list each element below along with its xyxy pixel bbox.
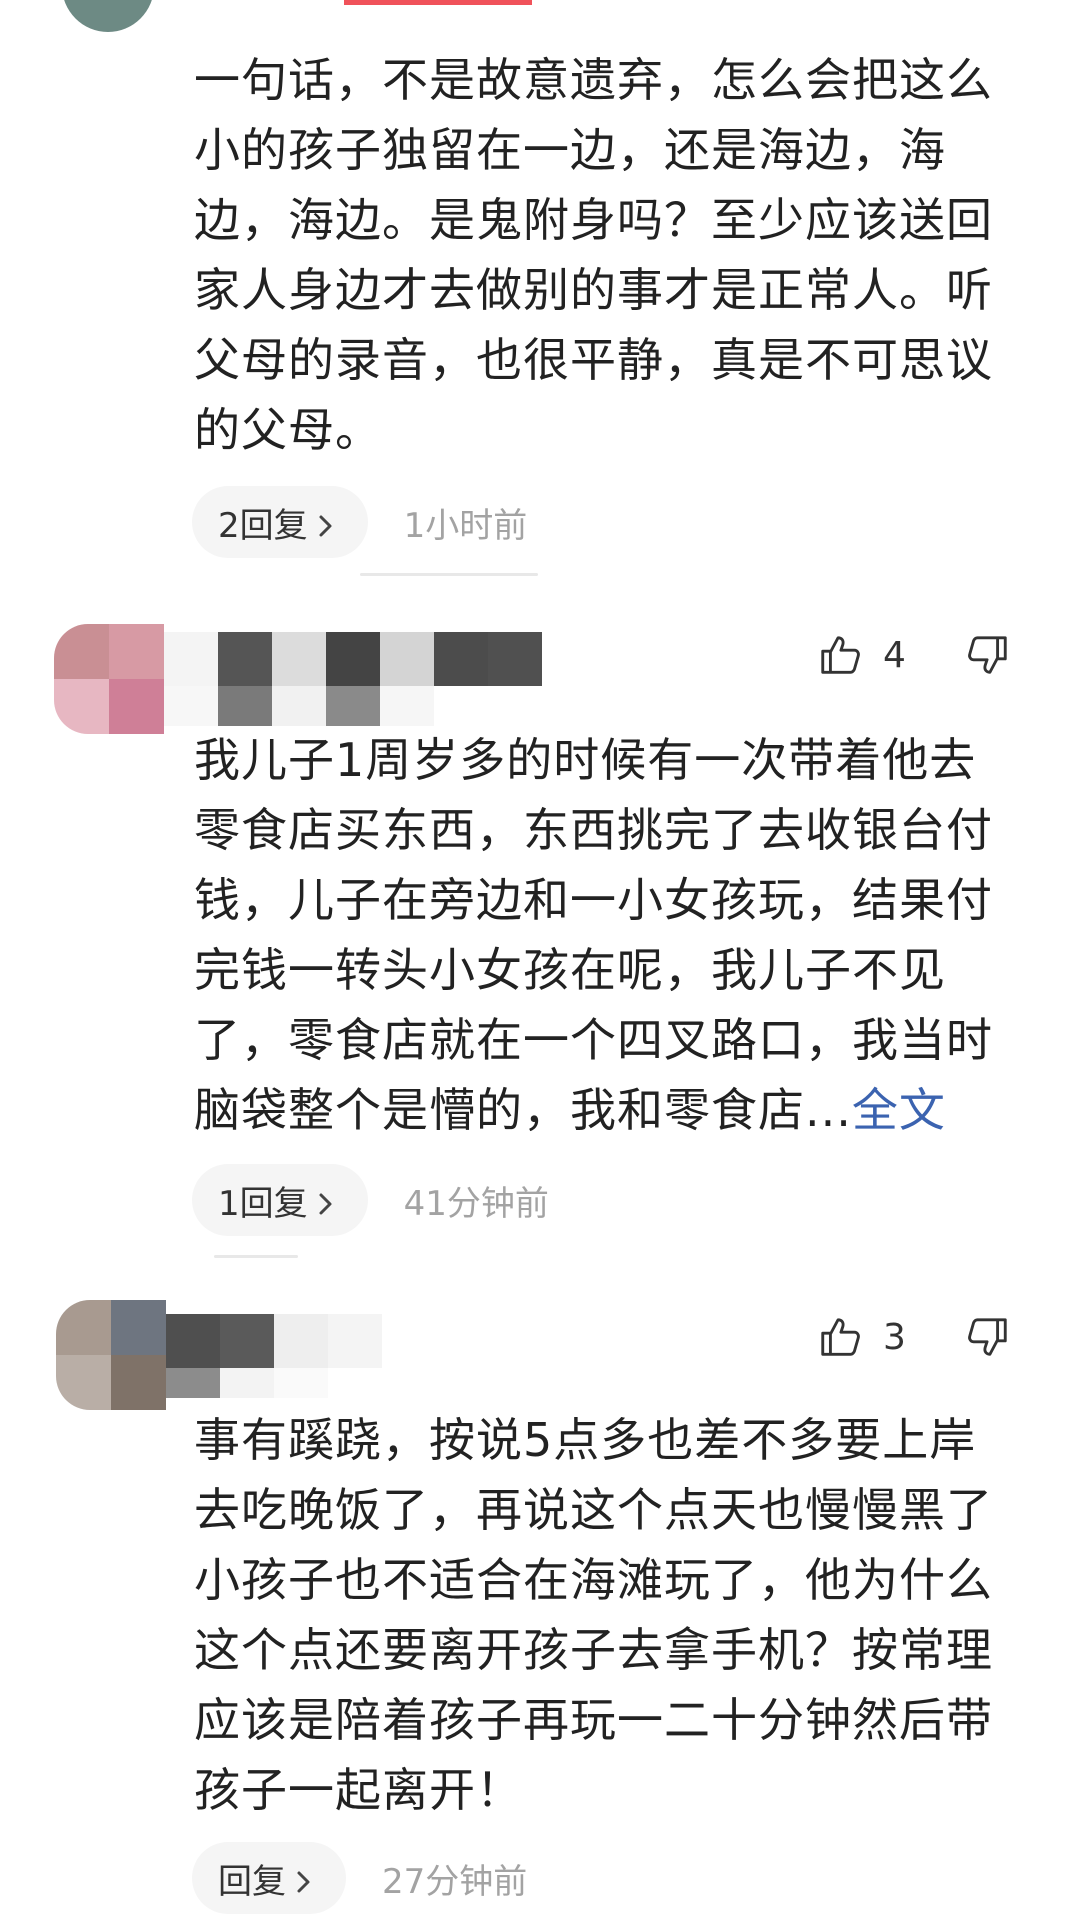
comment-timestamp: 27分钟前 [382, 1861, 528, 1902]
username-blurred[interactable] [166, 1314, 382, 1368]
reply-label: 2回复 [218, 505, 308, 546]
like-button[interactable]: 3 [817, 1314, 943, 1360]
dislike-button[interactable] [965, 632, 1011, 678]
thumbs-down-outline-icon [968, 1318, 1007, 1356]
nested-reply-preview [360, 573, 538, 576]
reply-label: 1回复 [218, 1183, 308, 1224]
nested-reply-preview [214, 1255, 298, 1258]
thumbs-up-outline-icon [821, 1318, 860, 1356]
avatar[interactable] [54, 624, 164, 734]
like-count: 4 [883, 634, 906, 676]
comment-actions: 3 [817, 1314, 1011, 1360]
reply-button[interactable]: 1回复 [192, 1164, 368, 1236]
tab-indicator [344, 0, 532, 5]
comment-actions: 4 [817, 632, 1011, 678]
comment-text: 我儿子1周岁多的时候有一次带着他去 零食店买东西，东西挑完了去收银台付 钱，儿子… [194, 725, 1014, 1145]
full-text-link[interactable]: 全文 [852, 1083, 946, 1137]
thumbs-down-outline-icon [968, 636, 1007, 674]
username-blurred[interactable] [164, 632, 542, 686]
comment-meta: 2回复 1小时前 [192, 486, 527, 558]
chevron-right-icon [318, 1192, 334, 1215]
like-count: 3 [883, 1316, 906, 1358]
reply-button[interactable]: 回复 [192, 1842, 346, 1914]
comment-meta: 回复 27分钟前 [192, 1842, 527, 1914]
dislike-button[interactable] [965, 1314, 1011, 1360]
chevron-right-icon [318, 514, 334, 537]
thumbs-up-outline-icon [821, 636, 860, 674]
reply-button[interactable]: 2回复 [192, 486, 368, 558]
avatar[interactable] [56, 1300, 166, 1410]
comment-meta: 1回复 41分钟前 [192, 1164, 549, 1236]
chevron-right-icon [296, 1870, 312, 1893]
username-blurred-row2 [164, 686, 434, 726]
comment-text-content: 我儿子1周岁多的时候有一次带着他去 零食店买东西，东西挑完了去收银台付 钱，儿子… [194, 733, 993, 1137]
comment-timestamp: 1小时前 [403, 505, 528, 546]
comment-text: 事有蹊跷，按说5点多也差不多要上岸 去吃晚饭了，再说这个点天也慢慢黑了 小孩子也… [194, 1413, 993, 1817]
username-blurred-row2 [166, 1368, 328, 1398]
like-button[interactable]: 4 [817, 632, 943, 678]
reply-label: 回复 [218, 1861, 286, 1902]
comment-text: 一句话，不是故意遗弃，怎么会把这么 小的孩子独留在一边，还是海边，海 边，海边。… [194, 53, 993, 457]
comment-timestamp: 41分钟前 [403, 1183, 549, 1224]
avatar[interactable] [62, 0, 154, 32]
